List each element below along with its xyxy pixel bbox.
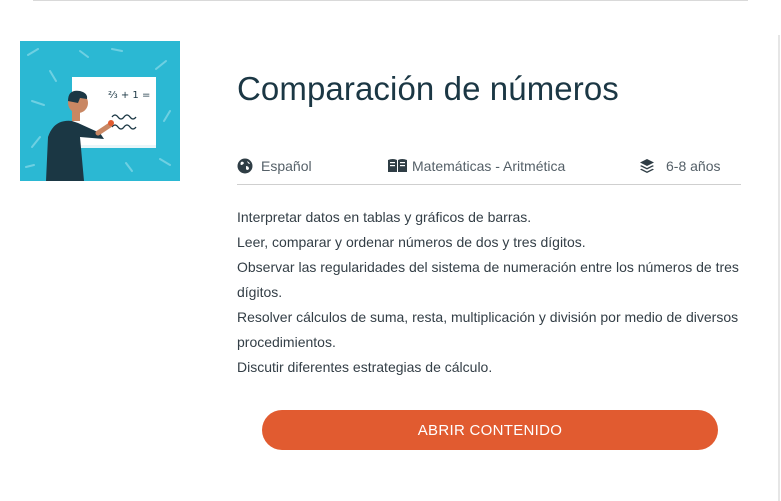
scrollbar-track[interactable] <box>778 35 780 501</box>
board-formula: ⅔ + 1 = <box>108 90 150 101</box>
description-line: Discutir diferentes estrategias de cálcu… <box>237 359 493 375</box>
book-icon <box>387 158 408 174</box>
meta-subject-label: Matemáticas - Aritmética <box>412 158 566 174</box>
content-thumbnail[interactable]: ⅔ + 1 = <box>20 41 180 181</box>
open-content-button[interactable]: ABRIR CONTENIDO <box>262 410 718 450</box>
top-divider <box>33 0 748 1</box>
meta-language-label: Español <box>261 158 312 174</box>
content-description: Interpretar datos en tablas y gráficos d… <box>237 205 747 380</box>
teacher-illustration: ⅔ + 1 = <box>25 48 171 181</box>
page-title: Comparación de números <box>237 70 619 107</box>
description-line: Resolver cálculos de suma, resta, multip… <box>237 309 739 350</box>
meta-subject: Matemáticas - Aritmética <box>387 158 565 174</box>
globe-icon <box>237 158 253 174</box>
meta-age-label: 6-8 años <box>666 158 721 174</box>
meta-language: Español <box>237 158 312 174</box>
layers-icon <box>639 158 655 174</box>
description-line: Interpretar datos en tablas y gráficos d… <box>237 209 532 225</box>
description-line: Leer, comparar y ordenar números de dos … <box>237 234 586 250</box>
content-metadata: Español Matemáticas - Aritmética 6-8 año… <box>237 152 741 185</box>
meta-age: 6-8 años <box>639 158 720 174</box>
description-line: Observar las regularidades del sistema d… <box>237 259 739 300</box>
